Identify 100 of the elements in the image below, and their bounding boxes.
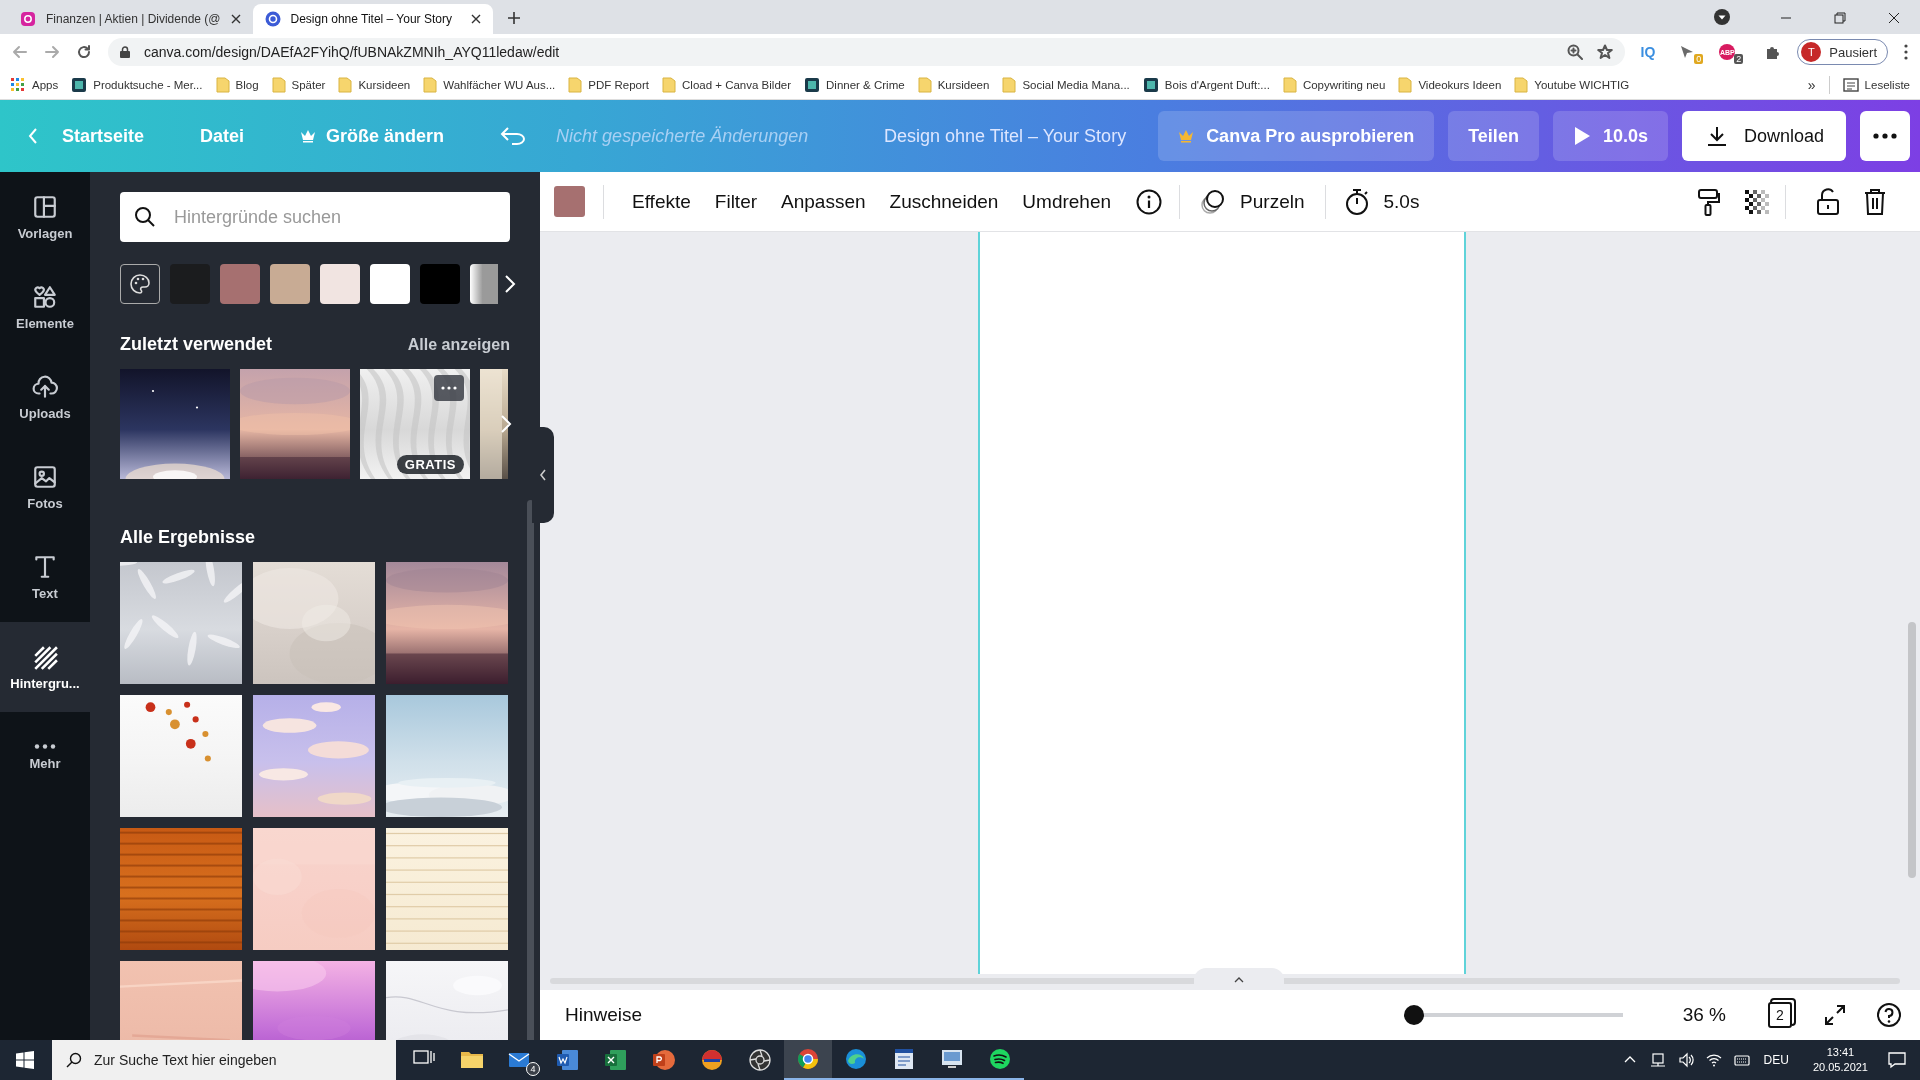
sidebar-item[interactable]: Hintergru... <box>0 622 90 712</box>
trash-icon[interactable] <box>1864 187 1886 216</box>
toolbar-button[interactable]: Filter <box>714 190 758 213</box>
lock-icon[interactable] <box>1816 187 1840 216</box>
tab-title: Finanzen | Aktien | Dividende (@ <box>46 12 221 26</box>
sidebar-item[interactable]: Elemente <box>0 262 90 352</box>
close-icon[interactable] <box>470 14 481 24</box>
windows-start-icon[interactable] <box>16 1051 34 1069</box>
more-button[interactable] <box>434 375 464 401</box>
close-icon[interactable] <box>1888 12 1900 24</box>
dropdown-icon[interactable] <box>1714 9 1730 25</box>
screen-app-icon[interactable] <box>940 1047 964 1071</box>
bookmark[interactable]: Cload + Canva Bilder <box>662 76 791 93</box>
chevron-right-icon[interactable] <box>500 414 512 434</box>
color-swatch[interactable] <box>220 264 260 304</box>
keyboard-icon[interactable] <box>1733 1052 1750 1068</box>
sidebar-item[interactable]: Uploads <box>0 352 90 442</box>
input-language[interactable]: DEU <box>1763 1053 1789 1067</box>
bookmark[interactable]: Youtube WICHTIG <box>1514 76 1630 93</box>
menu-icon[interactable] <box>1904 44 1908 60</box>
wave-browser-icon[interactable] <box>844 1047 868 1071</box>
bookmark[interactable]: Produktsuche - Mer... <box>71 76 203 93</box>
restore-icon[interactable] <box>1834 12 1846 24</box>
bookmark[interactable]: Social Media Mana... <box>1002 76 1130 93</box>
paint-roller-icon[interactable] <box>1697 187 1721 216</box>
sidebar-item[interactable]: Mehr <box>0 712 90 802</box>
toolbar-button[interactable]: Umdrehen <box>1022 190 1112 213</box>
bookmark[interactable]: Videokurs Ideen <box>1398 76 1502 93</box>
close-icon[interactable] <box>230 14 241 24</box>
clock-time[interactable]: 13:41 <box>1826 1045 1855 1060</box>
play-button[interactable]: 10.0s <box>1552 111 1668 161</box>
notes-button[interactable]: Hinweise <box>565 1004 643 1026</box>
reading-list-button[interactable]: Leseliste <box>1842 77 1910 92</box>
zoom-icon[interactable] <box>1566 44 1583 60</box>
bookmark[interactable]: Kursideen <box>917 76 990 93</box>
color-swatch[interactable] <box>554 186 585 217</box>
color-swatch[interactable] <box>270 264 310 304</box>
horizontal-scrollbar[interactable] <box>550 978 1900 984</box>
slider-thumb[interactable] <box>1404 1005 1425 1025</box>
more-bookmarks-button[interactable]: » <box>1807 76 1816 93</box>
scrollbar[interactable] <box>527 500 534 1040</box>
search-field[interactable]: Hintergründe suchen <box>120 192 510 242</box>
sidebar-item[interactable]: Text <box>0 532 90 622</box>
vertical-scrollbar[interactable] <box>1908 622 1916 878</box>
toolbar-button[interactable]: Zuschneiden <box>889 190 999 213</box>
toolbar-button[interactable]: Effekte <box>632 190 691 213</box>
bookmark[interactable]: Kursideen <box>338 76 411 93</box>
spreadsheet-app-icon[interactable] <box>604 1048 628 1072</box>
address-field[interactable]: canva.com/design/DAEfA2FYihQ/fUBNAkZMNIh_AYQ11ledaw/edit <box>108 38 1625 66</box>
color-swatch[interactable] <box>420 264 460 304</box>
undo-icon[interactable] <box>500 126 527 146</box>
bookmark[interactable]: Später <box>271 76 326 93</box>
text-icon <box>32 553 58 580</box>
bookmark[interactable]: Copywriting neu <box>1282 76 1386 93</box>
browser-tab[interactable]: Design ohne Titel – Your Story <box>252 4 493 34</box>
folder-icon <box>423 76 438 93</box>
window-app-icon[interactable] <box>892 1047 916 1071</box>
notification-icon[interactable] <box>1888 1051 1906 1069</box>
wifi-icon[interactable] <box>1705 1052 1722 1068</box>
meeting-icon[interactable] <box>1649 1052 1666 1068</box>
app-icon[interactable] <box>700 1048 724 1072</box>
puzzle-icon[interactable] <box>1765 44 1782 60</box>
bookmark[interactable]: PDF Report <box>568 76 649 93</box>
duration-button[interactable]: 5.0s <box>1343 187 1420 216</box>
taskbar-search-field[interactable]: Zur Suche Text hier eingeben <box>52 1040 396 1080</box>
see-all-link[interactable]: Alle anzeigen <box>407 336 510 354</box>
chevron-right-icon[interactable] <box>504 274 516 294</box>
bookmark[interactable]: Apps <box>10 76 59 93</box>
more-button[interactable] <box>1860 111 1910 161</box>
bookmark[interactable]: Wahlfächer WU Aus... <box>423 76 556 93</box>
fullscreen-icon[interactable] <box>1824 1004 1846 1026</box>
reload-icon[interactable] <box>76 44 92 60</box>
animation-button[interactable]: Purzeln <box>1198 187 1305 216</box>
sidebar-item[interactable]: Vorlagen <box>0 172 90 262</box>
browser-icon[interactable] <box>796 1047 820 1071</box>
clock-date[interactable]: 20.05.2021 <box>1812 1060 1868 1075</box>
help-icon[interactable] <box>1876 1002 1902 1028</box>
color-swatch[interactable] <box>370 264 410 304</box>
color-palette-button[interactable] <box>120 264 160 304</box>
info-icon[interactable] <box>1135 187 1164 216</box>
presentation-app-icon[interactable] <box>652 1048 676 1072</box>
toolbar-button[interactable]: Anpassen <box>781 190 866 213</box>
sidebar-item[interactable]: Fotos <box>0 442 90 532</box>
download-button[interactable]: Download <box>1681 111 1846 161</box>
bookmark[interactable]: Blog <box>215 76 259 93</box>
bookmark[interactable]: Bois d'Argent Duft:... <box>1142 76 1270 93</box>
bookmark[interactable]: Dinner & Crime <box>804 76 905 93</box>
color-swatch[interactable] <box>320 264 360 304</box>
music-app-icon[interactable] <box>988 1047 1012 1071</box>
plus-icon[interactable] <box>506 11 521 25</box>
collapse-panel-button[interactable] <box>532 427 554 523</box>
document-app-icon[interactable] <box>556 1048 580 1072</box>
transparency-icon[interactable] <box>1745 189 1769 214</box>
speaker-icon[interactable] <box>1677 1052 1694 1068</box>
star-icon[interactable] <box>1596 44 1613 60</box>
share-button[interactable]: Teilen <box>1448 111 1539 161</box>
zoom-percentage[interactable]: 36 % <box>1682 1004 1726 1026</box>
aperture-icon[interactable] <box>748 1048 772 1072</box>
gradient-swatch[interactable] <box>470 264 498 304</box>
browser-tab[interactable]: Finanzen | Aktien | Dividende (@ <box>8 4 253 34</box>
